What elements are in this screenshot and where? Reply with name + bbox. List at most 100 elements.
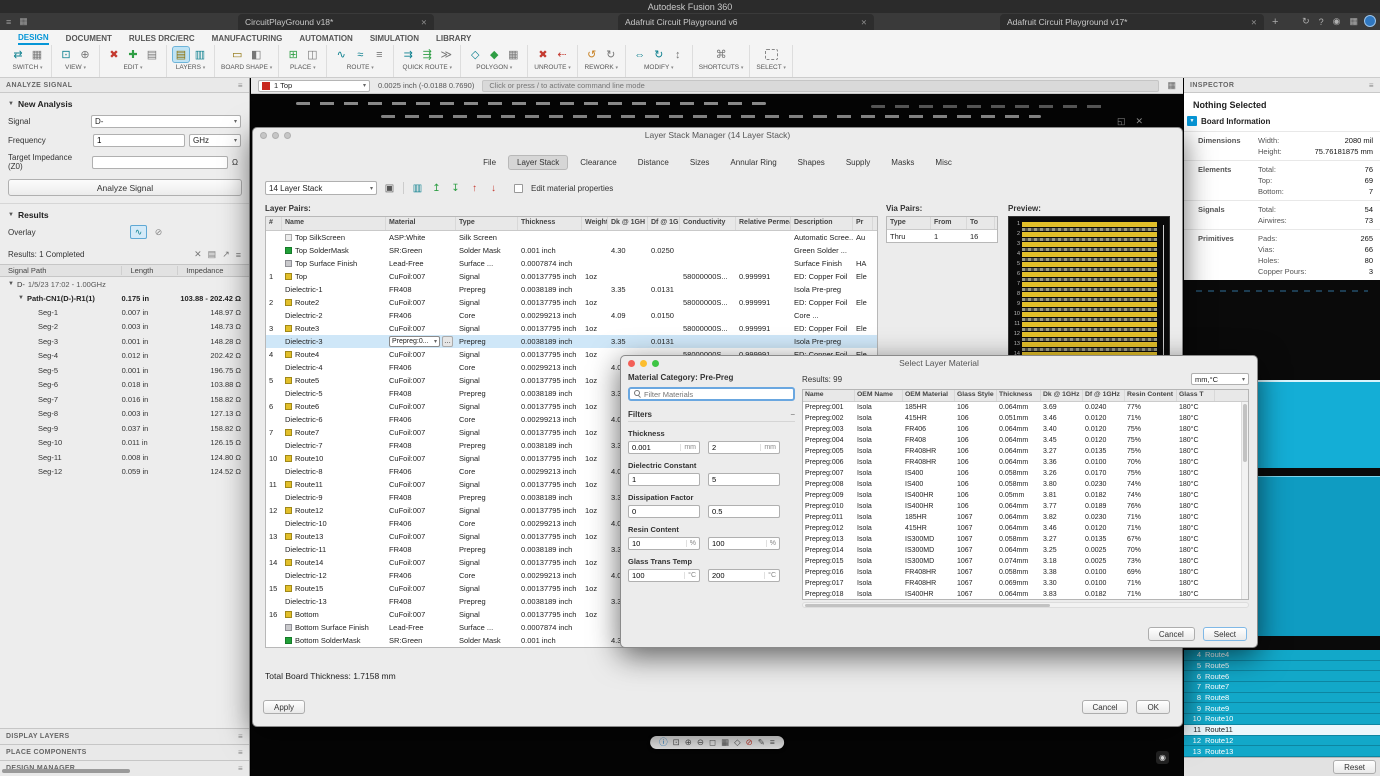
tab-layer-stack[interactable]: Layer Stack <box>508 155 568 170</box>
column-header[interactable]: Thickness <box>518 217 582 230</box>
collapse-icon[interactable]: − <box>790 410 795 419</box>
panel-menu-icon[interactable]: ≡ <box>238 748 243 757</box>
minimize-window-icon[interactable] <box>272 132 279 139</box>
place-group-icon[interactable]: ◫ <box>304 47 320 62</box>
zoom-window-icon[interactable] <box>652 360 659 367</box>
horizontal-scrollbar[interactable] <box>802 602 1249 608</box>
column-header[interactable]: Pr <box>853 217 873 230</box>
info-icon[interactable]: ⓘ <box>659 738 668 747</box>
tab-shapes[interactable]: Shapes <box>789 155 834 170</box>
wave-icon[interactable]: ∿ <box>130 225 147 239</box>
add-icon[interactable]: ✚ <box>125 47 141 62</box>
palette-row[interactable]: 5Route5 <box>1184 661 1380 672</box>
ribbon-menu-simulation[interactable]: SIMULATION <box>370 34 419 43</box>
cutout-icon[interactable]: ▦ <box>505 47 521 62</box>
edit-material-checkbox[interactable] <box>514 184 523 193</box>
ok-button[interactable]: OK <box>1136 700 1170 714</box>
board-edit-icon[interactable]: ◧ <box>248 47 264 62</box>
tab-clearance[interactable]: Clearance <box>571 155 625 170</box>
column-header[interactable]: Name <box>282 217 386 230</box>
column-header[interactable]: OEM Name <box>855 390 903 401</box>
close-icon[interactable]: ✕ <box>1251 18 1257 27</box>
material-row[interactable]: Prepreg:018IsolaIS400HR10670.064mm3.830.… <box>803 589 1248 600</box>
column-header[interactable]: Description <box>791 217 853 230</box>
close-icon[interactable]: ✕ <box>861 18 867 27</box>
column-header[interactable]: Type <box>887 217 931 229</box>
sync-icon[interactable]: ↻ <box>1302 16 1310 27</box>
align-icon[interactable]: ↕ <box>670 47 686 62</box>
tab-masks[interactable]: Masks <box>882 155 923 170</box>
dialog-titlebar[interactable]: Select Layer Material <box>621 356 1257 370</box>
palette-row[interactable]: 8Route8 <box>1184 693 1380 704</box>
ribbon-menu-library[interactable]: LIBRARY <box>436 34 471 43</box>
optimize-icon[interactable]: ↻ <box>603 47 619 62</box>
zoom-window-icon[interactable] <box>284 132 291 139</box>
segment-row[interactable]: Seg-20.003 in148.73 Ω <box>0 320 249 335</box>
window-layout-icon[interactable]: ▦ <box>19 16 28 27</box>
layer-row[interactable]: Dielectric-3Prepreg:0...▾…Prepreg0.00381… <box>266 335 877 348</box>
chevron-down-icon[interactable]: ▼ <box>1187 116 1197 126</box>
ribbon-menu-manufacturing[interactable]: MANUFACTURING <box>212 34 283 43</box>
segment-row[interactable]: Seg-80.003 in127.13 Ω <box>0 407 249 422</box>
reset-button[interactable]: Reset <box>1333 760 1376 774</box>
segment-row[interactable]: Seg-100.011 in126.15 Ω <box>0 436 249 451</box>
select-button[interactable]: Select <box>1203 627 1247 641</box>
material-dropdown[interactable]: Prepreg:0...▾ <box>389 336 440 347</box>
document-tab[interactable]: Adafruit Circuit Playground v6✕ <box>618 14 874 30</box>
scrollbar-thumb[interactable] <box>1243 404 1247 462</box>
segment-row[interactable]: Seg-120.059 in124.52 Ω <box>0 465 249 480</box>
column-header[interactable]: Relative Permeabil <box>736 217 791 230</box>
filter-min-input[interactable] <box>629 507 699 516</box>
panel-menu-icon[interactable]: ≡ <box>1369 81 1374 90</box>
autoroute-icon[interactable]: ≫ <box>438 47 454 62</box>
filter-max-input[interactable] <box>709 507 779 516</box>
column-header[interactable]: OEM Material <box>903 390 955 401</box>
material-row[interactable]: Prepreg:011Isola185HR10670.064mm3.820.02… <box>803 512 1248 523</box>
column-header[interactable]: Dk @ 1GHz <box>1041 390 1083 401</box>
column-header[interactable]: Glass T <box>1177 390 1215 401</box>
place-part-icon[interactable]: ⊞ <box>285 47 301 62</box>
browse-materials-button[interactable]: … <box>442 336 453 347</box>
grid-view-icon[interactable]: ▦ <box>721 738 729 747</box>
compare-icon[interactable]: ▤ <box>208 249 217 260</box>
column-header[interactable]: Type <box>456 217 518 230</box>
filter-min-input[interactable] <box>629 571 684 580</box>
filter-max-input[interactable] <box>709 475 779 484</box>
material-row[interactable]: Prepreg:006IsolaFR408HR1060.064mm3.360.0… <box>803 457 1248 468</box>
tab-annular-ring[interactable]: Annular Ring <box>721 155 785 170</box>
material-row[interactable]: Prepreg:017IsolaFR408HR10670.069mm3.300.… <box>803 578 1248 589</box>
column-header[interactable]: Signal Path <box>0 266 121 275</box>
close-window-icon[interactable] <box>628 360 635 367</box>
column-header[interactable]: Material <box>386 217 456 230</box>
new-analysis-section[interactable]: ▼ New Analysis <box>0 93 249 112</box>
column-header[interactable]: Name <box>803 390 855 401</box>
vertical-scrollbar[interactable] <box>1241 402 1248 599</box>
column-header[interactable]: Thickness <box>997 390 1041 401</box>
material-row[interactable]: Prepreg:010IsolaIS400HR1060.064mm3.770.0… <box>803 501 1248 512</box>
rework-icon[interactable]: ↺ <box>584 47 600 62</box>
help-icon[interactable]: ? <box>1319 17 1324 27</box>
move-up-icon[interactable]: ↑ <box>467 181 482 195</box>
material-row[interactable]: Prepreg:004IsolaFR4081060.064mm3.450.012… <box>803 435 1248 446</box>
move-icon[interactable]: ⇔ <box>632 47 648 62</box>
route-bus-icon[interactable]: ≡ <box>371 47 387 62</box>
quick-route-icon[interactable]: ⇉ <box>400 47 416 62</box>
board-outline-icon[interactable]: ▭ <box>229 47 245 62</box>
segment-row[interactable]: Seg-60.018 in103.88 Ω <box>0 378 249 393</box>
layer-row[interactable]: Top Surface FinishLead-FreeSurface ...0.… <box>266 257 877 270</box>
save-icon[interactable]: ▣ <box>382 181 397 195</box>
filter-max-input[interactable] <box>709 443 760 452</box>
dialog-titlebar[interactable]: Layer Stack Manager (14 Layer Stack) <box>253 128 1182 142</box>
layer-row[interactable]: 1TopCuFoil:007Signal0.00137795 inch1oz58… <box>266 270 877 283</box>
notifications-icon[interactable]: ◉ <box>1333 16 1341 27</box>
layer-row[interactable]: Top SilkScreenASP:WhiteSilk ScreenAutoma… <box>266 231 877 244</box>
palette-row[interactable]: 10Route10 <box>1184 714 1380 725</box>
zoom-out-icon[interactable]: ⊖ <box>697 738 704 747</box>
layer-row[interactable]: 3Route3CuFoil:007Signal0.00137795 inch1o… <box>266 322 877 335</box>
target-impedance-input[interactable] <box>92 156 228 169</box>
camera-view-button[interactable]: ◉ <box>1156 751 1169 764</box>
ribbon-menu-rules-drc-erc[interactable]: RULES DRC/ERC <box>129 34 195 43</box>
panel-menu-icon[interactable]: ≡ <box>238 732 243 741</box>
result-group-row[interactable]: ▼ D- 1/5/23 17:02 - 1.00GHz <box>0 277 249 291</box>
layer-row[interactable]: Dielectric-2FR406Core0.00299213 inch4.09… <box>266 309 877 322</box>
